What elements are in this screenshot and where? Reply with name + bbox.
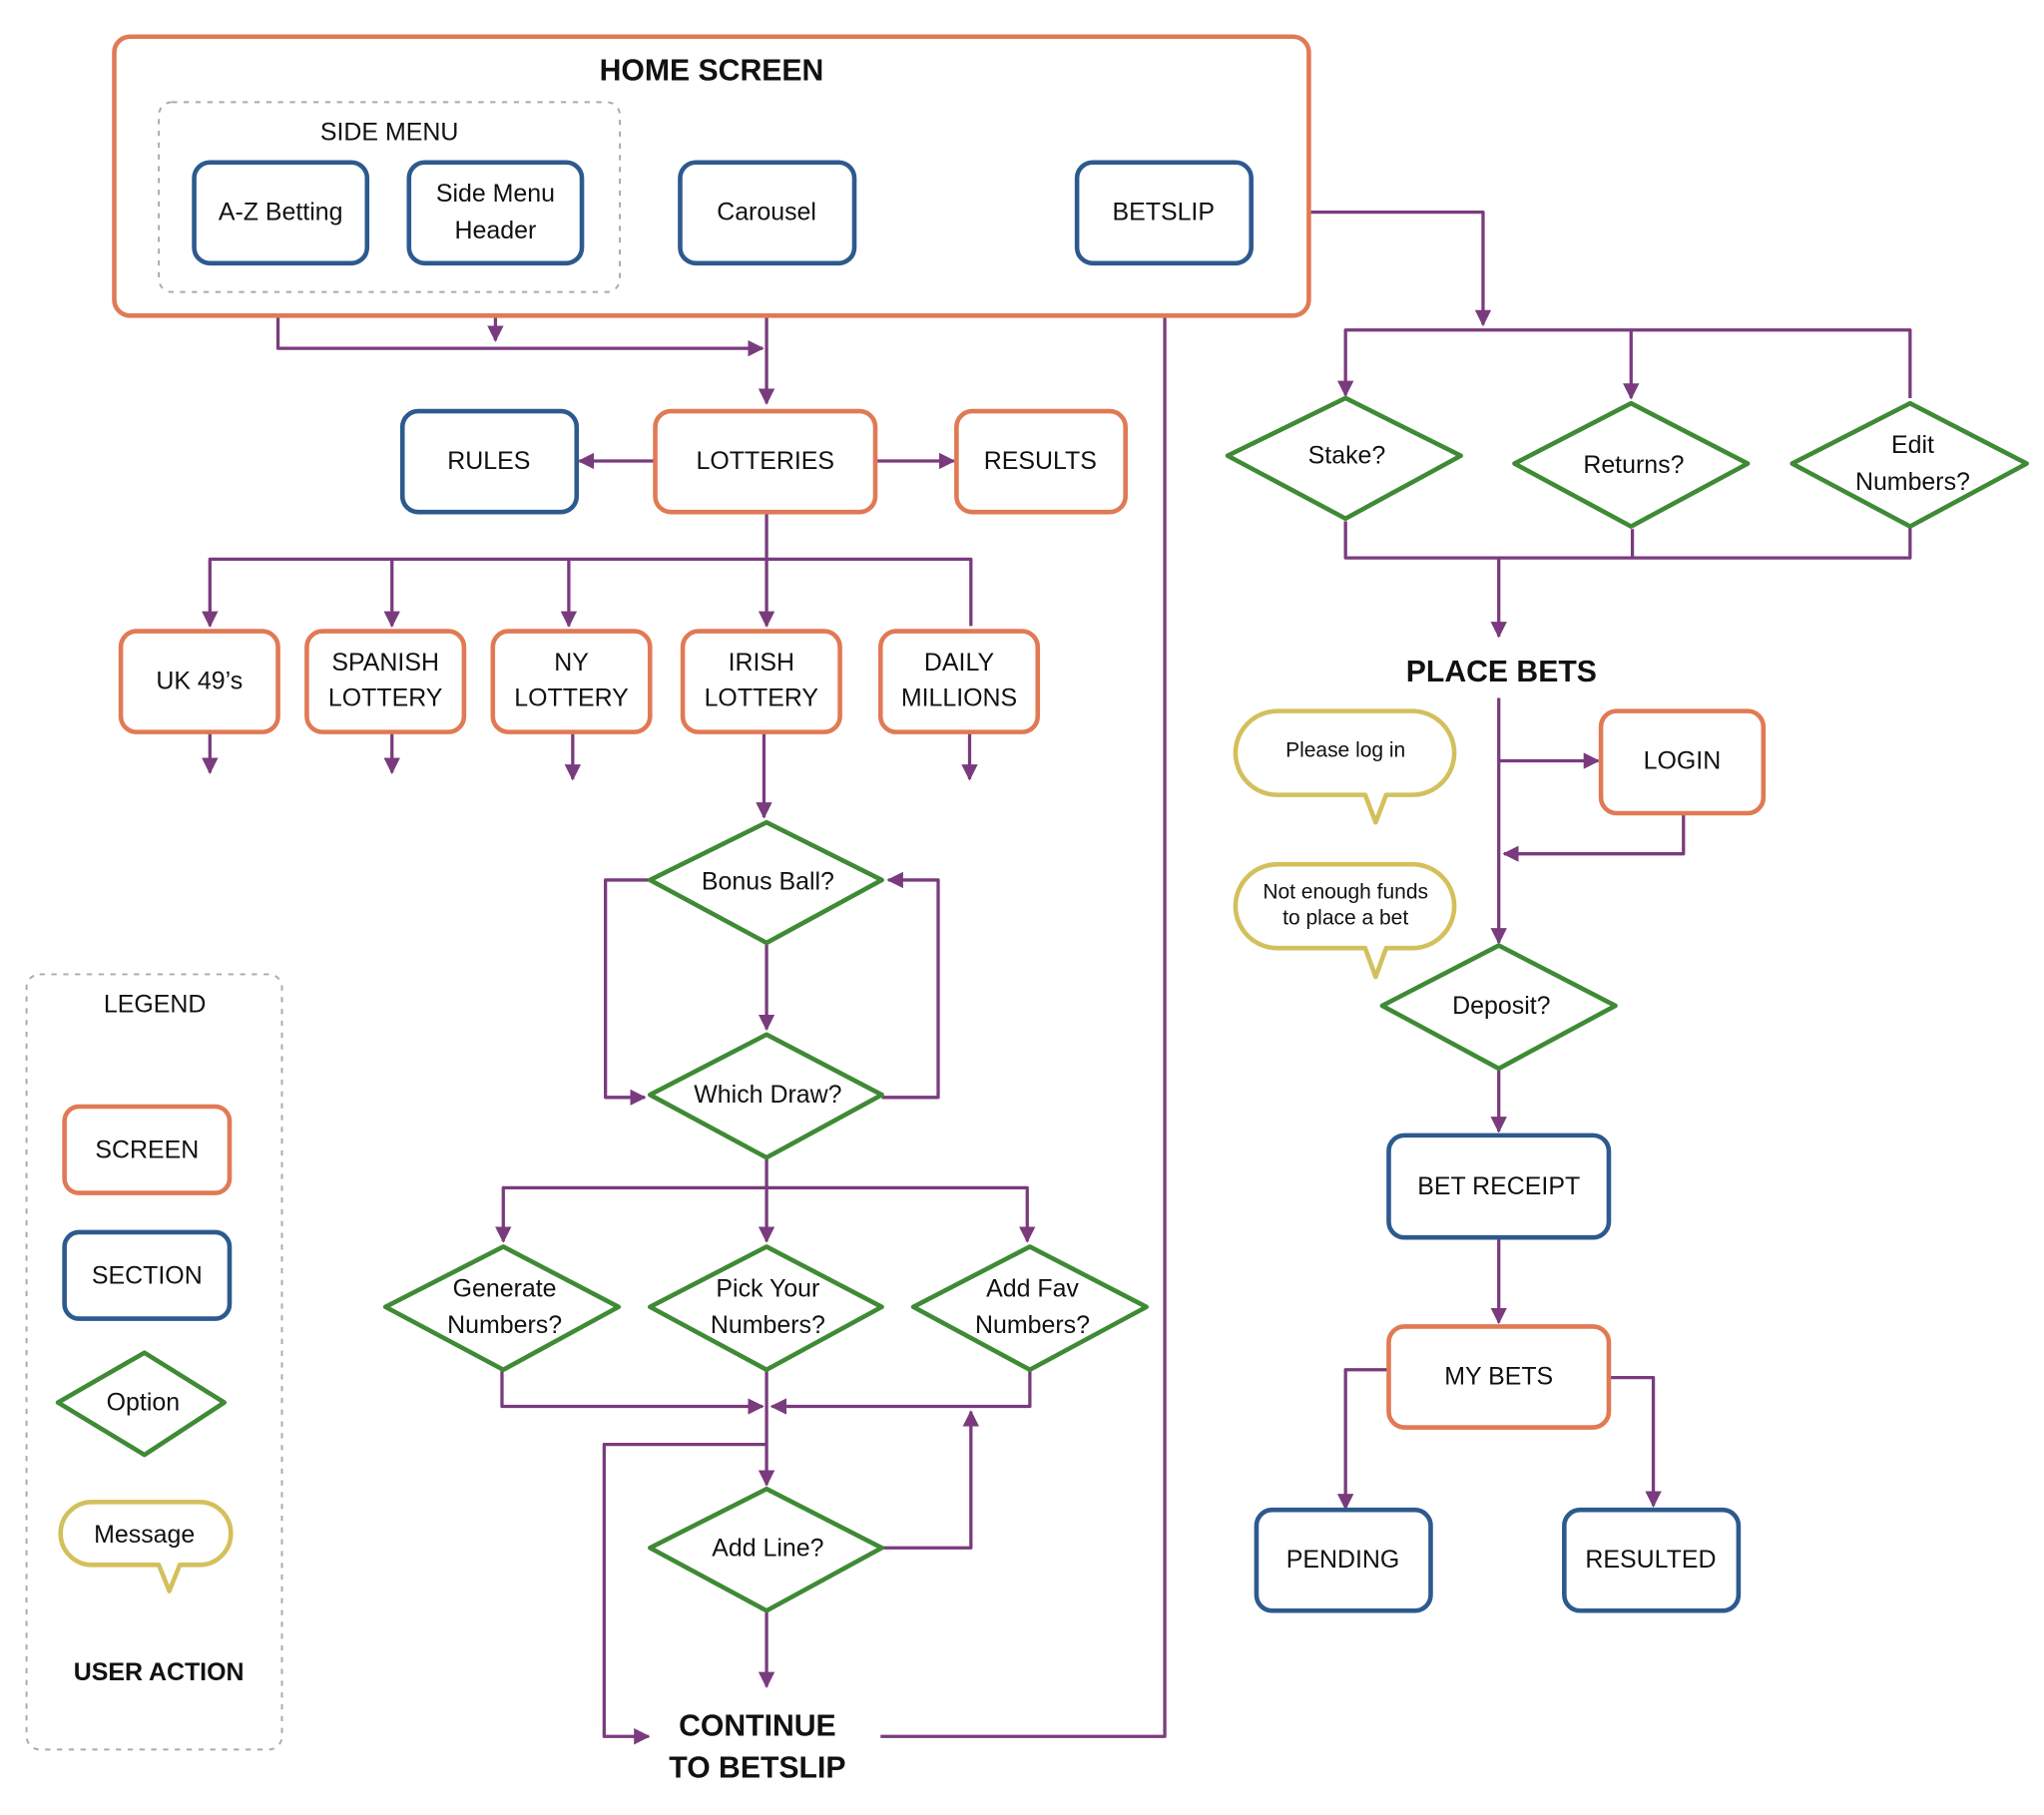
svg-text:UK 49’s: UK 49’s <box>156 667 243 694</box>
carousel-node[interactable]: Carousel <box>678 160 857 266</box>
edit-numbers-option[interactable]: Edit Numbers? <box>1789 400 2029 529</box>
svg-text:DAILY: DAILY <box>924 649 995 677</box>
svg-text:CONTINUE: CONTINUE <box>679 1709 836 1742</box>
not-enough-funds-message: Not enough funds to place a bet <box>1233 861 1457 980</box>
game-node-ny[interactable]: NY LOTTERY <box>490 629 653 734</box>
login-node[interactable]: LOGIN <box>1598 708 1767 816</box>
resulted-node[interactable]: RESULTED <box>1562 1507 1742 1613</box>
pick-your-numbers-option[interactable]: Pick Your Numbers? <box>647 1244 884 1373</box>
svg-text:Add Line?: Add Line? <box>712 1534 823 1562</box>
svg-text:MILLIONS: MILLIONS <box>901 684 1017 712</box>
svg-text:Edit: Edit <box>1891 431 1934 459</box>
stake-option[interactable]: Stake? <box>1225 395 1463 522</box>
svg-text:SCREEN: SCREEN <box>95 1135 199 1163</box>
svg-text:Option: Option <box>107 1389 180 1417</box>
svg-text:LOGIN: LOGIN <box>1644 747 1722 775</box>
svg-text:Carousel: Carousel <box>717 199 816 227</box>
svg-text:BETSLIP: BETSLIP <box>1112 199 1215 227</box>
legend-title: LEGEND <box>104 991 207 1019</box>
svg-text:MY BETS: MY BETS <box>1444 1362 1553 1390</box>
svg-text:SPANISH: SPANISH <box>331 649 439 677</box>
svg-text:to place a bet: to place a bet <box>1282 906 1408 929</box>
place-bets-action[interactable]: PLACE BETS <box>1406 656 1597 688</box>
flowchart: HOME SCREEN SIDE MENU A-Z Betting Side M… <box>25 34 2029 1784</box>
results-node[interactable]: RESULTS <box>954 408 1128 515</box>
svg-text:NY: NY <box>554 649 589 677</box>
add-line-option[interactable]: Add Line? <box>647 1486 884 1613</box>
lotteries-node[interactable]: LOTTERIES <box>653 408 878 515</box>
side-menu-label: SIDE MENU <box>320 119 458 147</box>
legend-screen-swatch: SCREEN <box>62 1104 233 1195</box>
bonus-ball-option[interactable]: Bonus Ball? <box>647 819 884 946</box>
game-node-uk49s[interactable]: UK 49’s <box>118 629 280 734</box>
game-node-spanish[interactable]: SPANISH LOTTERY <box>304 629 467 734</box>
game-node-irish[interactable]: IRISH LOTTERY <box>680 629 842 734</box>
legend-user-action: USER ACTION <box>74 1658 245 1686</box>
betslip-node[interactable]: BETSLIP <box>1074 160 1254 266</box>
svg-text:Generate: Generate <box>453 1274 557 1302</box>
legend-message-swatch: Message <box>58 1500 234 1593</box>
generate-numbers-option[interactable]: Generate Numbers? <box>382 1244 622 1373</box>
home-screen-title: HOME SCREEN <box>600 54 824 87</box>
add-fav-numbers-option[interactable]: Add Fav Numbers? <box>910 1244 1149 1373</box>
svg-text:IRISH: IRISH <box>729 649 794 677</box>
side-menu-header-node[interactable]: Side Menu Header <box>406 160 585 266</box>
svg-text:LOTTERY: LOTTERY <box>705 684 819 712</box>
az-betting-node[interactable]: A-Z Betting <box>192 160 370 266</box>
game-node-daily-millions[interactable]: DAILY MILLIONS <box>877 629 1041 734</box>
svg-text:LOTTERIES: LOTTERIES <box>697 447 834 475</box>
svg-text:RESULTS: RESULTS <box>984 447 1097 475</box>
svg-text:Returns?: Returns? <box>1583 451 1684 479</box>
svg-text:Message: Message <box>94 1521 195 1549</box>
which-draw-option[interactable]: Which Draw? <box>647 1032 884 1160</box>
svg-text:Bonus Ball?: Bonus Ball? <box>702 867 834 895</box>
svg-text:Please log in: Please log in <box>1285 739 1405 762</box>
continue-to-betslip-action[interactable]: CONTINUE TO BETSLIP <box>669 1709 845 1784</box>
svg-text:BET RECEIPT: BET RECEIPT <box>1417 1172 1580 1200</box>
svg-text:Add Fav: Add Fav <box>986 1274 1079 1302</box>
legend: LEGEND SCREEN SECTION Option Message USE… <box>25 973 283 1751</box>
pending-node[interactable]: PENDING <box>1254 1507 1433 1613</box>
svg-text:Numbers?: Numbers? <box>975 1311 1090 1339</box>
returns-option[interactable]: Returns? <box>1512 400 1751 529</box>
svg-text:LOTTERY: LOTTERY <box>514 684 629 712</box>
svg-text:A-Z Betting: A-Z Betting <box>219 199 343 227</box>
please-log-in-message: Please log in <box>1233 708 1457 825</box>
svg-text:Not enough funds: Not enough funds <box>1263 880 1428 903</box>
svg-text:Header: Header <box>455 217 537 244</box>
svg-text:RULES: RULES <box>447 447 530 475</box>
home-screen: HOME SCREEN SIDE MENU A-Z Betting Side M… <box>112 34 1311 318</box>
legend-option-swatch: Option <box>55 1350 228 1458</box>
svg-text:SECTION: SECTION <box>92 1261 203 1289</box>
my-bets-node[interactable]: MY BETS <box>1386 1324 1612 1430</box>
svg-text:Pick Your: Pick Your <box>716 1274 819 1302</box>
svg-text:Numbers?: Numbers? <box>1855 468 1970 496</box>
svg-text:Side Menu: Side Menu <box>436 180 555 208</box>
svg-text:Stake?: Stake? <box>1308 442 1386 470</box>
legend-section-swatch: SECTION <box>62 1229 233 1321</box>
svg-text:Deposit?: Deposit? <box>1452 992 1550 1020</box>
svg-text:TO BETSLIP: TO BETSLIP <box>669 1751 845 1784</box>
svg-text:PENDING: PENDING <box>1286 1546 1400 1574</box>
svg-text:RESULTED: RESULTED <box>1585 1546 1716 1574</box>
deposit-option[interactable]: Deposit? <box>1379 943 1618 1072</box>
svg-text:Numbers?: Numbers? <box>711 1311 825 1339</box>
svg-text:LOTTERY: LOTTERY <box>328 684 443 712</box>
svg-text:Which Draw?: Which Draw? <box>694 1081 841 1109</box>
rules-node[interactable]: RULES <box>399 408 580 515</box>
svg-text:Numbers?: Numbers? <box>447 1311 562 1339</box>
bet-receipt-node[interactable]: BET RECEIPT <box>1386 1133 1612 1240</box>
